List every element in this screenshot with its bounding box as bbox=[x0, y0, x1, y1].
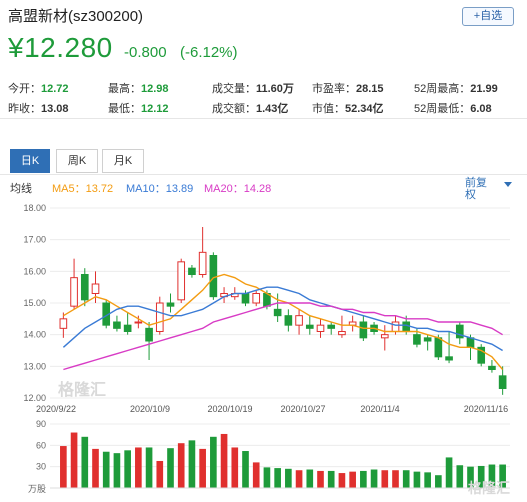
volume-bar bbox=[285, 468, 292, 488]
volume-tick-label: 60 bbox=[36, 440, 46, 450]
volume-bar bbox=[424, 472, 431, 488]
candle-up bbox=[59, 318, 68, 329]
candle-up bbox=[338, 331, 346, 336]
candle-up bbox=[391, 321, 400, 332]
price-tick-label: 15.00 bbox=[23, 298, 46, 308]
candle-down bbox=[402, 321, 411, 332]
volume-bar bbox=[381, 470, 389, 488]
volume-bar bbox=[402, 470, 410, 488]
volume-bar bbox=[242, 451, 249, 488]
candle-down bbox=[305, 324, 314, 329]
date-tick-label: 2020/11/16 bbox=[464, 404, 508, 414]
volume-bar bbox=[113, 453, 121, 488]
volume-bar bbox=[231, 447, 239, 488]
price-tick-label: 13.00 bbox=[23, 361, 46, 371]
candle-down bbox=[284, 315, 293, 326]
candle-down bbox=[488, 365, 496, 371]
date-tick-label: 2020/9/22 bbox=[36, 404, 76, 414]
volume-tick-label: 90 bbox=[36, 419, 46, 429]
candle-down bbox=[423, 337, 432, 342]
volume-bar bbox=[392, 470, 399, 488]
date-tick-label: 2020/10/27 bbox=[280, 404, 325, 414]
volume-bar bbox=[445, 457, 453, 488]
volume-bar bbox=[317, 470, 324, 488]
price-tick-label: 16.00 bbox=[23, 266, 46, 276]
candle-down bbox=[434, 337, 443, 358]
volume-bar bbox=[295, 470, 303, 488]
watermark-logo-bottom: 格隆汇 bbox=[468, 480, 510, 496]
price-tick-label: 14.00 bbox=[23, 330, 46, 340]
volume-bar bbox=[145, 447, 153, 488]
volume-bar bbox=[102, 451, 110, 488]
volume-bar bbox=[263, 467, 271, 488]
date-tick-label: 2020/10/9 bbox=[130, 404, 170, 414]
price-tick-label: 12.00 bbox=[23, 393, 46, 403]
volume-unit-label: 万股 bbox=[28, 484, 46, 494]
candle-up bbox=[177, 261, 186, 301]
candle-down bbox=[359, 321, 368, 339]
date-tick-label: 2020/11/4 bbox=[360, 404, 399, 414]
volume-bar bbox=[199, 448, 206, 488]
volume-bar bbox=[177, 443, 185, 488]
volume-bar bbox=[370, 469, 378, 488]
price-tick-label: 18.00 bbox=[23, 203, 46, 213]
volume-bar bbox=[360, 470, 367, 488]
candle-down bbox=[241, 293, 250, 304]
date-tick-label: 2020/10/19 bbox=[207, 404, 252, 414]
volume-tick-label: 30 bbox=[36, 462, 46, 472]
candlestick-chart: 18.0017.0016.0015.0014.0013.0012.002020/… bbox=[23, 203, 510, 494]
candle-down bbox=[466, 337, 475, 348]
candle-up bbox=[295, 315, 303, 326]
volume-bar bbox=[60, 446, 67, 488]
volume-bar bbox=[349, 471, 356, 488]
candle-down bbox=[113, 321, 121, 329]
volume-bar bbox=[456, 465, 464, 488]
volume-bar bbox=[70, 432, 78, 488]
volume-bar bbox=[135, 447, 142, 488]
candle-down bbox=[166, 302, 175, 307]
volume-bar bbox=[327, 470, 335, 488]
volume-bar bbox=[435, 475, 442, 488]
volume-bar bbox=[252, 462, 260, 488]
candle-up bbox=[198, 251, 207, 275]
volume-bar bbox=[92, 448, 99, 488]
candle-up bbox=[70, 277, 78, 307]
candle-up bbox=[380, 334, 389, 339]
volume-bar bbox=[413, 471, 421, 488]
volume-bar bbox=[210, 436, 217, 488]
candle-up bbox=[91, 283, 100, 294]
candle-up bbox=[134, 321, 143, 324]
candle-down bbox=[327, 324, 336, 329]
candle-down bbox=[188, 267, 196, 275]
candle-up bbox=[252, 293, 261, 304]
volume-bar bbox=[338, 473, 346, 488]
candle-up bbox=[155, 302, 164, 332]
watermark-logo: 格隆汇 bbox=[58, 382, 107, 399]
candle-down bbox=[123, 324, 132, 332]
candle-down bbox=[413, 334, 421, 345]
candle-down bbox=[209, 255, 218, 298]
volume-bar bbox=[220, 433, 228, 488]
volume-bar bbox=[124, 450, 131, 488]
candle-down bbox=[145, 327, 153, 342]
volume-bar bbox=[156, 460, 164, 488]
candle-down bbox=[498, 375, 507, 390]
price-tick-label: 17.00 bbox=[23, 235, 46, 245]
volume-bar bbox=[81, 436, 89, 488]
volume-bar bbox=[188, 440, 196, 488]
candle-down bbox=[273, 308, 282, 317]
candle-down bbox=[80, 274, 89, 301]
volume-bar bbox=[167, 448, 174, 488]
candle-down bbox=[445, 356, 453, 361]
volume-bar bbox=[306, 469, 314, 488]
candle-up bbox=[316, 324, 325, 332]
volume-bar bbox=[274, 468, 281, 488]
